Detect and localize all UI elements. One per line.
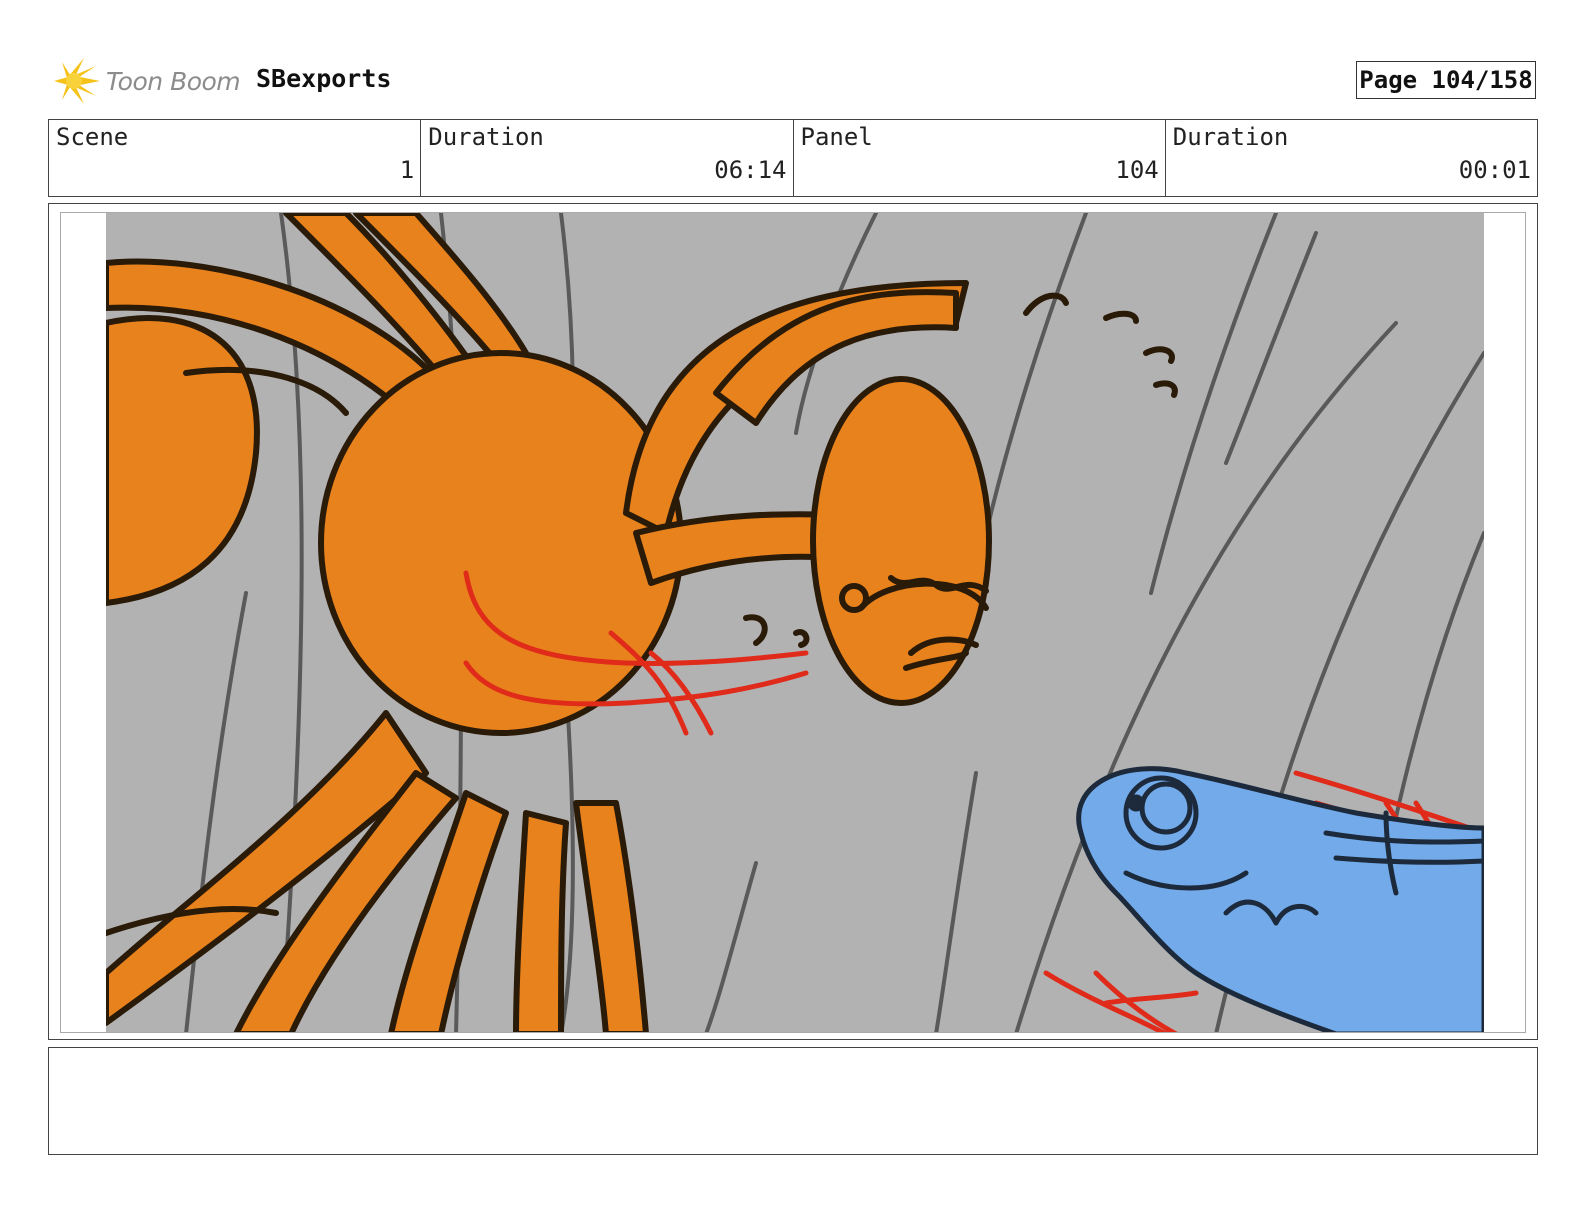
toon-boom-logo: Toon Boom — [52, 56, 241, 106]
panel-duration-value: 00:01 — [1458, 156, 1531, 184]
panel-info-row: Scene 1 Duration 06:14 Panel 104 Duratio… — [48, 119, 1538, 197]
scene-cell: Scene 1 — [49, 120, 422, 196]
page-number-text: Page 104/158 — [1359, 66, 1533, 94]
panel-value: 104 — [1115, 156, 1159, 184]
page-number: Page 104/158 — [1356, 61, 1536, 99]
scene-duration-cell: Duration 06:14 — [421, 120, 794, 196]
scene-duration-value: 06:14 — [714, 156, 787, 184]
scene-value: 1 — [399, 156, 415, 184]
storyboard-sketch — [106, 213, 1484, 1032]
logo-text: Toon Boom — [106, 66, 241, 96]
panel-label: Panel — [800, 123, 873, 151]
panel-cell: Panel 104 — [794, 120, 1166, 196]
toon-boom-sunburst-icon — [54, 58, 100, 104]
scene-duration-label: Duration — [428, 123, 544, 151]
panel-image — [60, 212, 1526, 1033]
panel-notes-box — [48, 1047, 1538, 1155]
panel-duration-cell: Duration 00:01 — [1166, 120, 1537, 196]
scene-label: Scene — [56, 123, 129, 151]
project-title: SBexports — [256, 64, 392, 93]
panel-duration-label: Duration — [1172, 123, 1289, 151]
